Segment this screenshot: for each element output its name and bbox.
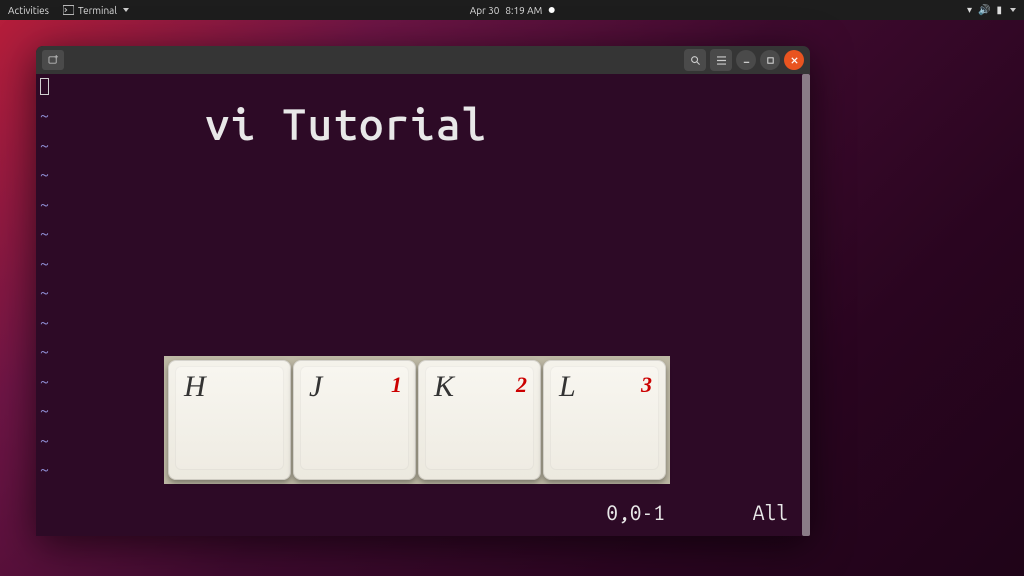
search-button[interactable] [684,49,706,71]
new-tab-icon [48,55,59,65]
recording-indicator-icon [548,7,554,13]
hamburger-icon [716,56,727,65]
maximize-icon [766,56,775,65]
network-icon: ▾ [967,4,972,16]
text-cursor [40,78,49,95]
search-icon [690,55,701,66]
hamburger-menu-button[interactable] [710,49,732,71]
activities-button[interactable]: Activities [8,5,49,16]
system-status-area[interactable]: ▾ 🔊 ▮ [967,4,1016,16]
key-j: J 1 [293,360,416,480]
vim-empty-line-column: ~~~ ~~~ ~~~ ~~~ ~ [40,102,49,486]
vim-cursor-position: 0,0-1 [606,500,665,524]
window-titlebar [36,46,810,74]
chevron-down-icon [1010,8,1016,12]
chevron-down-icon [123,8,129,12]
minimize-icon [742,56,751,65]
key-h: H [168,360,291,480]
minimize-button[interactable] [736,50,756,70]
hjkl-keys-overlay: H J 1 K 2 L 3 [164,356,670,484]
clock-area[interactable]: Apr 30 8:19 AM [470,5,555,16]
gnome-topbar: Activities Terminal Apr 30 8:19 AM ▾ 🔊 ▮ [0,0,1024,20]
active-app-menu[interactable]: Terminal [63,5,129,16]
tutorial-title-overlay: vi Tutorial [205,100,487,149]
key-k: K 2 [418,360,541,480]
close-button[interactable] [784,50,804,70]
terminal-app-icon [63,5,74,15]
vim-view-percent: All [753,500,788,524]
key-l: L 3 [543,360,666,480]
battery-icon: ▮ [996,4,1002,16]
new-tab-button[interactable] [42,50,64,70]
volume-icon: 🔊 [978,4,990,16]
scrollbar[interactable] [802,74,810,536]
close-icon [790,56,799,65]
maximize-button[interactable] [760,50,780,70]
